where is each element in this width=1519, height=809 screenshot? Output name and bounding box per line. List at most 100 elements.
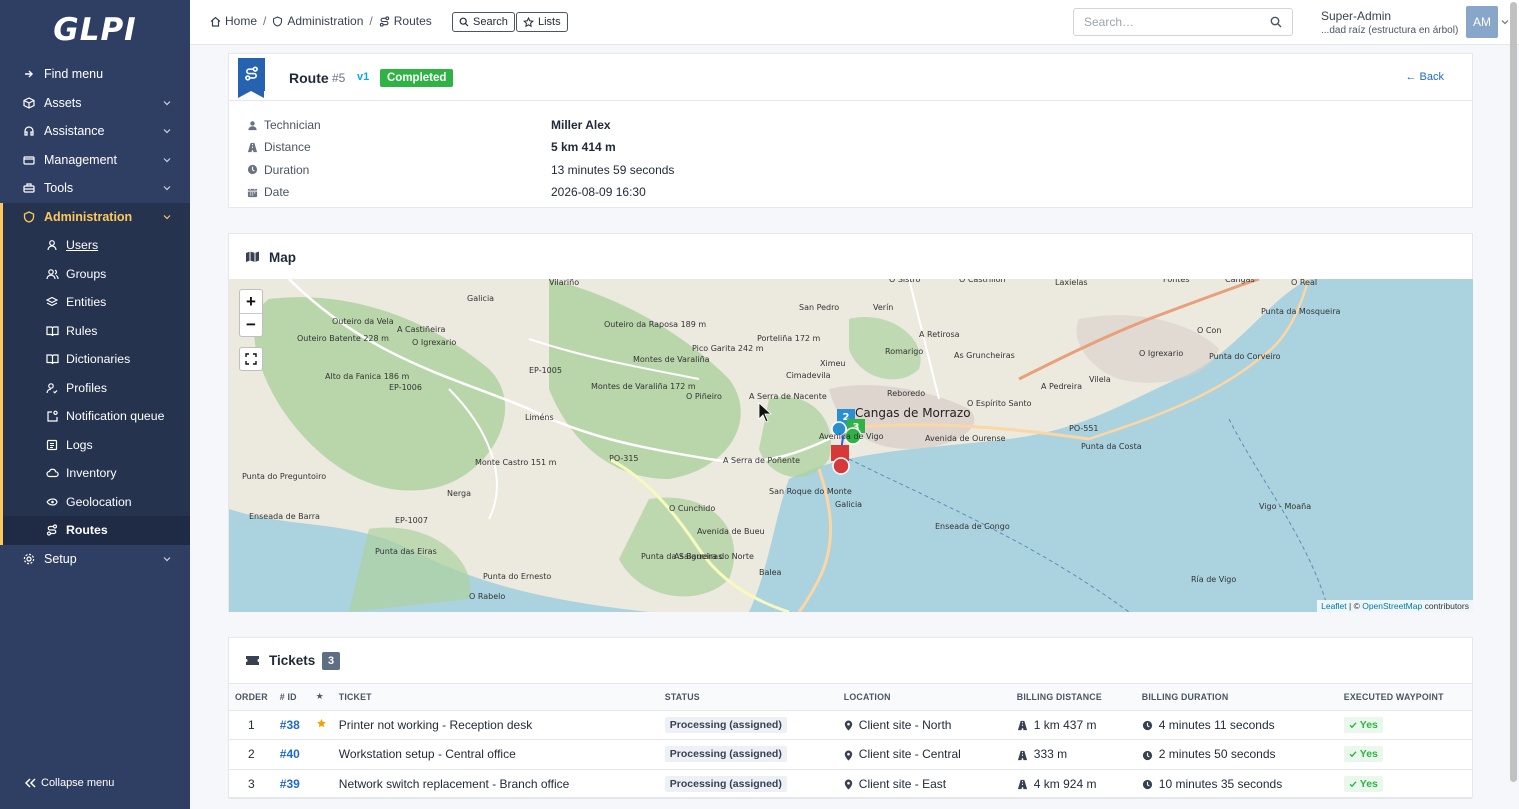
map-place-label: Montes de Varaliña — [633, 355, 710, 364]
search-input[interactable] — [1084, 15, 1264, 29]
page-scrollbar[interactable] — [1510, 2, 1517, 807]
book-icon — [45, 324, 59, 338]
duration-value: 13 minutes 59 seconds — [551, 162, 675, 177]
map-attribution: Leaflet | © OpenStreetMap contributors — [1317, 600, 1473, 612]
glpi-logo[interactable]: GLPI — [0, 0, 190, 60]
zoom-out-button[interactable]: − — [240, 313, 262, 336]
lists-button[interactable]: Lists — [516, 12, 568, 32]
table-row[interactable]: 1 #38 Printer not working - Reception desk… — [229, 710, 1472, 740]
map-pin-icon — [844, 750, 853, 761]
map-place-label: Fontes — [1163, 279, 1190, 284]
map-place-label: Verín — [873, 303, 893, 312]
user-check-icon — [45, 381, 59, 395]
sidebar-item-notification-queue[interactable]: Notification queue — [3, 402, 190, 431]
cell-status: Processing (assigned) — [658, 769, 838, 799]
map-marker-ticket[interactable] — [832, 457, 850, 475]
tickets-count-badge: 3 — [322, 652, 341, 670]
breadcrumb: Home / Administration / Routes — [210, 14, 432, 28]
table-row[interactable]: 2 #40 Workstation setup - Central office Pr… — [229, 739, 1472, 770]
status-badge: Processing (assigned) — [664, 716, 787, 733]
star-icon — [523, 16, 534, 27]
chevron-down-icon — [163, 129, 171, 134]
menu-item-administration[interactable]: Administration — [0, 202, 190, 231]
main-menu: Find menu Assets Assistance Management T… — [0, 60, 190, 231]
user-menu[interactable]: Super-Admin ...dad raíz (estructura en á… — [1321, 9, 1458, 36]
column-executed-waypoint[interactable]: Executed waypoint — [1337, 684, 1472, 711]
map-place-label: Vilariño — [549, 279, 579, 287]
column-billing-duration[interactable]: Billing duration — [1135, 684, 1338, 711]
column-id[interactable]: # ID — [273, 684, 310, 711]
sidebar-item-dictionaries[interactable]: Dictionaries — [3, 345, 190, 374]
avatar[interactable]: AM — [1466, 6, 1498, 38]
back-button[interactable]: ← Back — [1405, 71, 1444, 83]
chevron-down-icon[interactable] — [1501, 18, 1509, 26]
column-order[interactable]: Order — [229, 684, 274, 711]
breadcrumb-administration[interactable]: Administration — [272, 14, 363, 28]
cell-billing-distance: 1 km 437 m — [1010, 710, 1136, 740]
menu-item-assistance[interactable]: Assistance — [0, 117, 190, 146]
table-header-row: Order # ID ★ Ticket Status Location Bill… — [229, 684, 1472, 711]
menu-item-label: Administration — [44, 209, 133, 224]
sidebar-item-logs[interactable]: Logs — [3, 431, 190, 460]
fullscreen-button[interactable] — [239, 347, 263, 371]
map-place-label: Enseada de Barra — [249, 512, 320, 521]
technician-value: Miller Alex — [551, 118, 611, 133]
cloud-icon — [45, 466, 59, 480]
sidebar-item-profiles[interactable]: Profiles — [3, 374, 190, 403]
breadcrumb-home[interactable]: Home — [210, 14, 257, 28]
clock-icon — [1142, 750, 1153, 761]
route-icon — [379, 15, 390, 27]
route-id: #5 — [332, 71, 346, 85]
menu-item-tools[interactable]: Tools — [0, 174, 190, 203]
breadcrumb-routes[interactable]: Routes — [379, 14, 432, 28]
menu-item-assets[interactable]: Assets — [0, 89, 190, 118]
column-status[interactable]: Status — [658, 684, 838, 711]
cell-ticket-title[interactable]: Workstation setup - Central office — [332, 739, 659, 770]
administration-submenu: Users Groups Entities Rules Dictionaries… — [0, 231, 190, 545]
search-icon[interactable] — [1270, 16, 1282, 28]
collapse-menu-button[interactable]: Collapse menu — [24, 777, 114, 789]
cell-id-link[interactable]: #40 — [273, 739, 310, 770]
sidebar-item-routes[interactable]: Routes — [3, 516, 190, 545]
map-place-label: Vigo - Moaña — [1259, 502, 1311, 511]
sidebar-item-groups[interactable]: Groups — [3, 260, 190, 289]
map-place-label: Galicia — [467, 294, 494, 303]
clock-icon — [247, 164, 259, 175]
cell-star — [309, 710, 333, 740]
map-place-label: Punta do Ernesto — [483, 572, 551, 581]
sidebar-item-geolocation[interactable]: Geolocation — [3, 488, 190, 517]
menu-item-label: Find menu — [44, 67, 104, 82]
leaflet-link[interactable]: Leaflet — [1321, 601, 1347, 611]
home-icon — [210, 16, 221, 27]
sidebar-item-inventory[interactable]: Inventory — [3, 459, 190, 488]
column-star[interactable]: ★ — [309, 684, 333, 711]
search-button[interactable]: Search — [452, 12, 515, 32]
cell-id-link[interactable]: #39 — [273, 769, 310, 799]
route-icon — [245, 66, 258, 81]
cell-id-link[interactable]: #38 — [273, 710, 310, 740]
openstreetmap-link[interactable]: OpenStreetMap — [1362, 601, 1422, 611]
map-place-label: O Sistro — [889, 279, 921, 284]
menu-item-find[interactable]: Find menu — [0, 60, 190, 89]
sidebar-item-users[interactable]: Users — [3, 231, 190, 260]
route-map[interactable]: 2 3 Vilariño Outeiro da Vela A Castiñeira O… — [229, 279, 1473, 612]
cell-ticket-title[interactable]: Printer not working - Reception desk — [332, 710, 659, 740]
menu-item-management[interactable]: Management — [0, 146, 190, 175]
sidebar-item-rules[interactable]: Rules — [3, 317, 190, 346]
sidebar: GLPI Find menu Assets Assistance Managem… — [0, 0, 190, 809]
table-row[interactable]: 3 #39 Network switch replacement - Branch … — [229, 769, 1472, 799]
map-place-label: Punta da Costa — [1081, 442, 1142, 451]
log-icon — [45, 438, 59, 452]
sidebar-item-entities[interactable]: Entities — [3, 288, 190, 317]
map-place-label: A Serra de Poñente — [723, 456, 800, 465]
zoom-in-button[interactable]: + — [240, 290, 262, 313]
column-location[interactable]: Location — [837, 684, 1011, 711]
scrollbar-thumb[interactable] — [1510, 2, 1517, 782]
cell-ticket-title[interactable]: Network switch replacement - Branch offi… — [332, 769, 659, 799]
column-billing-distance[interactable]: Billing distance — [1010, 684, 1136, 711]
menu-item-setup[interactable]: Setup — [0, 545, 190, 574]
column-ticket[interactable]: Ticket — [332, 684, 659, 711]
cell-billing-duration: 4 minutes 11 seconds — [1135, 710, 1338, 740]
cell-billing-distance: 4 km 924 m — [1010, 769, 1136, 799]
search-icon — [459, 17, 469, 27]
